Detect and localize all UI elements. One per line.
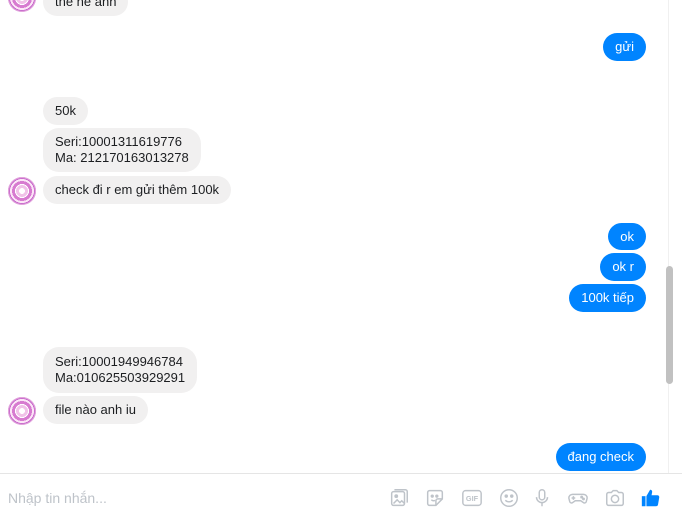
contact-avatar[interactable] (8, 0, 36, 12)
message-input[interactable] (0, 484, 386, 512)
message-incoming: file nào anh iu (43, 396, 148, 424)
sticker-icon[interactable] (387, 486, 411, 510)
emoji-icon[interactable] (497, 486, 521, 510)
conversation-pane[interactable]: thẻ hẻ anh gửi 50k Seri:10001311619776 M… (0, 0, 668, 473)
scrollbar-track[interactable] (668, 0, 682, 473)
like-icon[interactable] (639, 486, 663, 510)
camera-icon[interactable] (603, 486, 627, 510)
microphone-icon[interactable] (530, 486, 554, 510)
message-outgoing: ok (608, 223, 646, 250)
message-incoming: 50k (43, 97, 88, 125)
svg-text:GIF: GIF (466, 494, 479, 503)
game-controller-icon[interactable] (566, 486, 590, 510)
message-outgoing: ok r (600, 253, 646, 281)
message-incoming: Seri:10001311619776 Ma: 212170163013278 (43, 128, 201, 172)
message-incoming: check đi r em gửi thêm 100k (43, 176, 232, 204)
scrollbar-thumb[interactable] (666, 266, 673, 384)
message-outgoing: 100k tiếp (569, 284, 646, 312)
contact-avatar[interactable] (8, 177, 36, 205)
message-incoming: Seri:10001949946784 Ma:010625503929291 (43, 347, 198, 393)
contact-avatar[interactable] (8, 397, 36, 425)
gif-icon[interactable]: GIF (460, 486, 484, 510)
message-outgoing: gửi (603, 33, 646, 61)
message-incoming: thẻ hẻ anh (43, 0, 129, 16)
message-outgoing: đang check (555, 443, 646, 471)
emoji-sticker-icon[interactable] (423, 486, 447, 510)
